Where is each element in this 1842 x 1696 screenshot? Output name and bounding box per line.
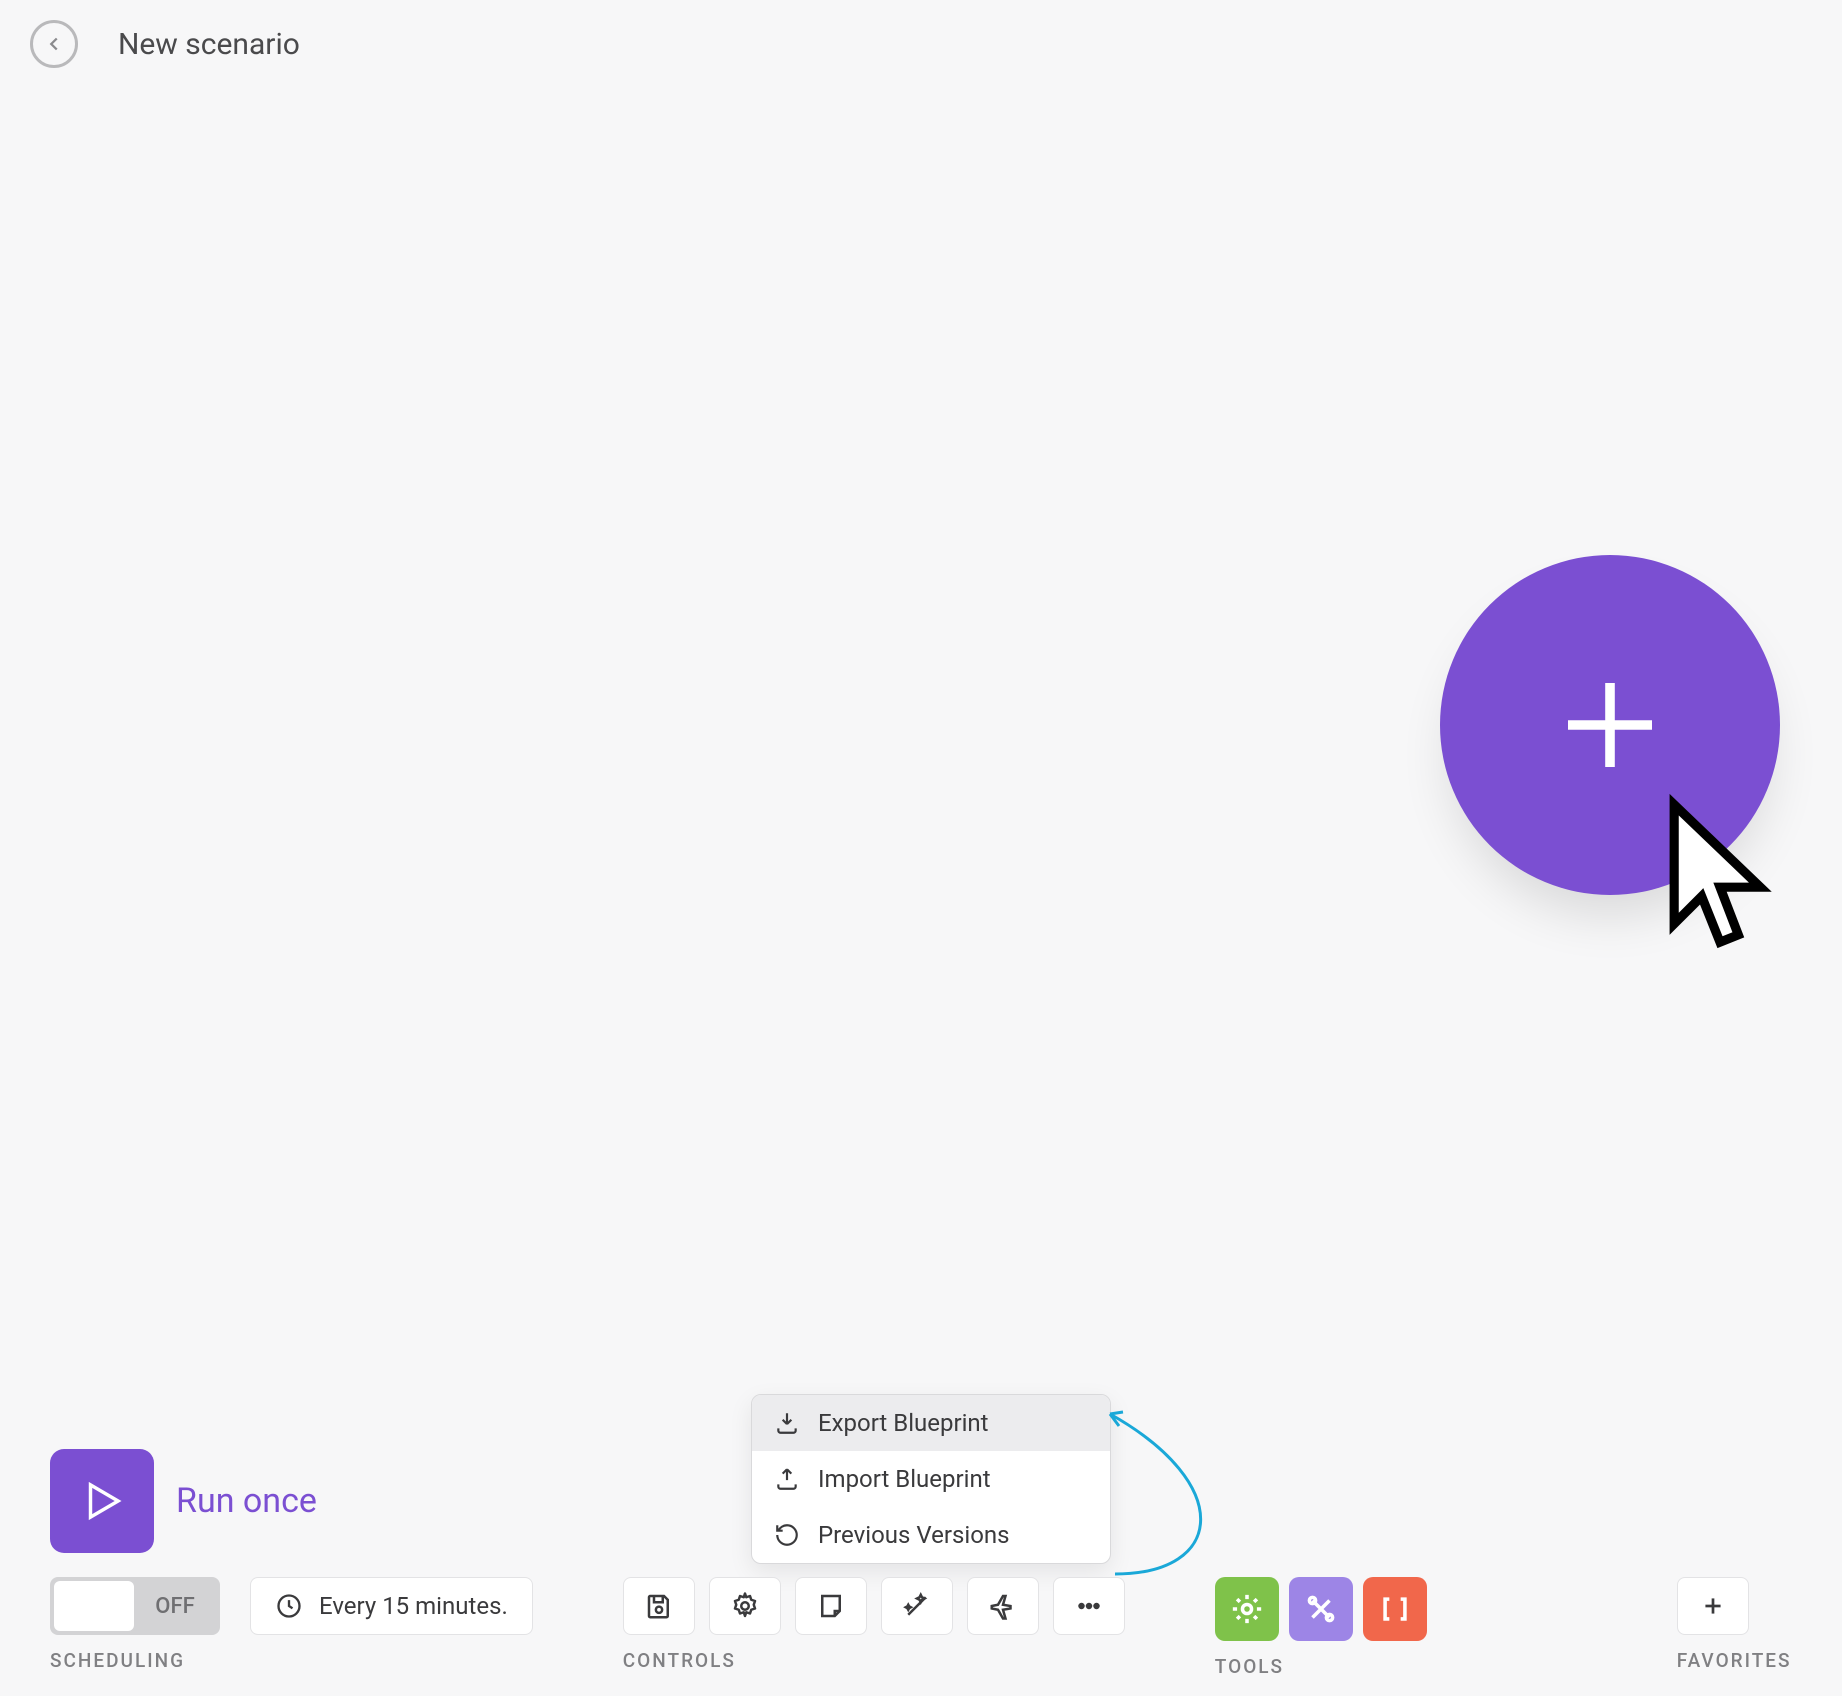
tools-label: TOOLS — [1215, 1655, 1427, 1678]
menu-item-label: Export Blueprint — [818, 1409, 989, 1437]
back-button[interactable] — [30, 20, 78, 68]
save-icon — [644, 1591, 674, 1621]
arrow-left-icon — [43, 33, 65, 55]
clock-icon — [275, 1592, 303, 1620]
note-button[interactable] — [795, 1577, 867, 1635]
note-icon — [816, 1591, 846, 1621]
scheduling-group: OFF Every 15 minutes. SCHEDULING — [50, 1577, 533, 1672]
play-icon-box — [50, 1449, 154, 1553]
save-button[interactable] — [623, 1577, 695, 1635]
menu-item-export-blueprint[interactable]: Export Blueprint — [752, 1395, 1110, 1451]
controls-label: CONTROLS — [623, 1649, 1125, 1672]
add-favorite-button[interactable] — [1677, 1577, 1749, 1635]
bottom-toolbar: Run once OFF Every 15 minutes. SCHEDULIN… — [50, 1449, 1792, 1678]
toggle-knob — [54, 1581, 134, 1631]
tool-flow-control-button[interactable] — [1215, 1577, 1279, 1641]
magic-wand-icon — [902, 1591, 932, 1621]
add-module-button[interactable] — [1440, 555, 1780, 895]
plus-small-icon — [1700, 1593, 1726, 1619]
tool-text-parser-button[interactable] — [1363, 1577, 1427, 1641]
more-button[interactable] — [1053, 1577, 1125, 1635]
tool-tools-button[interactable] — [1289, 1577, 1353, 1641]
download-icon — [774, 1410, 800, 1436]
tools-group: TOOLS — [1215, 1577, 1427, 1678]
plus-icon — [1550, 665, 1670, 785]
page-title: New scenario — [118, 27, 300, 62]
auto-align-button[interactable] — [881, 1577, 953, 1635]
schedule-interval-text: Every 15 minutes. — [319, 1592, 508, 1620]
favorites-group: FAVORITES — [1677, 1577, 1792, 1672]
play-icon — [79, 1478, 125, 1524]
wrench-cross-icon — [1304, 1592, 1338, 1626]
run-once-label: Run once — [176, 1481, 317, 1521]
settings-button[interactable] — [709, 1577, 781, 1635]
brackets-icon — [1378, 1592, 1412, 1626]
ellipsis-icon — [1074, 1591, 1104, 1621]
favorites-label: FAVORITES — [1677, 1649, 1792, 1672]
header: New scenario — [30, 20, 300, 68]
scheduling-toggle[interactable]: OFF — [50, 1577, 220, 1635]
explain-flow-button[interactable] — [967, 1577, 1039, 1635]
run-once-button[interactable]: Run once — [50, 1449, 317, 1553]
schedule-interval-button[interactable]: Every 15 minutes. — [250, 1577, 533, 1635]
scheduling-label: SCHEDULING — [50, 1649, 533, 1672]
toggle-state-label: OFF — [134, 1594, 216, 1619]
gear-icon — [730, 1591, 760, 1621]
controls-group: CONTROLS — [623, 1577, 1125, 1672]
gear-solid-icon — [1230, 1592, 1264, 1626]
airplane-icon — [988, 1591, 1018, 1621]
